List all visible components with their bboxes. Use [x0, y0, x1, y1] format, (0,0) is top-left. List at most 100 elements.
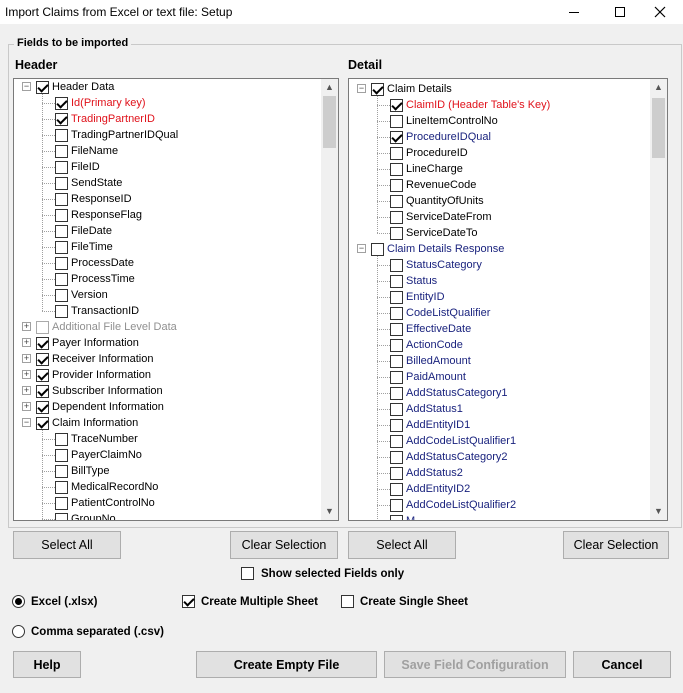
expand-icon[interactable]: + [22, 402, 31, 411]
tree-group-node[interactable]: Claim Details Response [371, 241, 504, 257]
tree-field-node[interactable]: StatusCategory [390, 257, 482, 273]
field-checkbox[interactable] [390, 146, 403, 160]
tree-field-node[interactable]: BilledAmount [390, 353, 471, 369]
collapse-icon[interactable]: − [22, 418, 31, 427]
detail-tree-scrollbar[interactable]: ▲ ▼ [650, 79, 667, 520]
tree-field-node[interactable]: GroupNo [55, 511, 116, 520]
tree-group-node[interactable]: Dependent Information [36, 399, 164, 415]
detail-clear-selection-button[interactable]: Clear Selection [563, 531, 669, 559]
field-checkbox[interactable] [390, 258, 403, 272]
field-checkbox[interactable] [390, 290, 403, 304]
field-checkbox[interactable] [390, 130, 403, 144]
field-checkbox[interactable] [36, 416, 49, 430]
field-checkbox[interactable] [371, 82, 384, 96]
field-checkbox[interactable] [55, 144, 68, 158]
header-select-all-button[interactable]: Select All [13, 531, 121, 559]
tree-field-node[interactable]: LineCharge [390, 161, 463, 177]
field-checkbox[interactable] [390, 98, 403, 112]
field-checkbox[interactable] [55, 496, 68, 510]
field-checkbox[interactable] [55, 224, 68, 238]
tree-field-node[interactable]: QuantityOfUnits [390, 193, 484, 209]
tree-field-node[interactable]: SendState [55, 175, 122, 191]
scroll-up-icon[interactable]: ▲ [650, 79, 667, 96]
tree-field-node[interactable]: PayerClaimNo [55, 447, 142, 463]
header-clear-selection-button[interactable]: Clear Selection [230, 531, 338, 559]
field-checkbox[interactable] [55, 480, 68, 494]
create-multiple-sheet-option[interactable]: Create Multiple Sheet [182, 595, 318, 608]
tree-field-node[interactable]: Version [55, 287, 108, 303]
field-checkbox[interactable] [390, 162, 403, 176]
tree-field-node[interactable]: ProcedureIDQual [390, 129, 491, 145]
tree-field-node[interactable]: ResponseID [55, 191, 132, 207]
excel-radio[interactable] [12, 595, 25, 608]
csv-radio[interactable] [12, 625, 25, 638]
tree-field-node[interactable]: ServiceDateTo [390, 225, 478, 241]
detail-fields-tree[interactable]: − Claim Details ClaimID (Header Table's Ke… [348, 78, 668, 521]
tree-group-node[interactable]: Receiver Information [36, 351, 154, 367]
field-checkbox[interactable] [55, 240, 68, 254]
tree-field-node[interactable]: BillType [55, 463, 110, 479]
field-checkbox[interactable] [390, 514, 403, 520]
field-checkbox[interactable] [36, 368, 49, 382]
field-checkbox[interactable] [55, 96, 68, 110]
field-checkbox[interactable] [55, 256, 68, 270]
tree-field-node[interactable]: M... [390, 513, 424, 520]
field-checkbox[interactable] [390, 370, 403, 384]
tree-field-node[interactable]: TransactionID [55, 303, 139, 319]
field-checkbox[interactable] [390, 498, 403, 512]
tree-field-node[interactable]: ProcessTime [55, 271, 135, 287]
field-checkbox[interactable] [390, 178, 403, 192]
tree-group-node[interactable]: Provider Information [36, 367, 151, 383]
tree-field-node[interactable]: AddCodeListQualifier2 [390, 497, 516, 513]
tree-field-node[interactable]: FileDate [55, 223, 112, 239]
field-checkbox[interactable] [55, 160, 68, 174]
header-fields-tree[interactable]: − Header Data Id(Primary key) TradingPartne… [13, 78, 339, 521]
tree-field-node[interactable]: CodeListQualifier [390, 305, 490, 321]
field-checkbox[interactable] [390, 306, 403, 320]
tree-field-node[interactable]: Status [390, 273, 437, 289]
expand-icon[interactable]: + [22, 370, 31, 379]
expand-icon[interactable]: + [22, 322, 31, 331]
create-single-sheet-checkbox[interactable] [341, 595, 354, 608]
field-checkbox[interactable] [390, 450, 403, 464]
field-checkbox[interactable] [390, 482, 403, 496]
expand-icon[interactable]: + [22, 338, 31, 347]
tree-field-node[interactable]: PatientControlNo [55, 495, 155, 511]
tree-field-node[interactable]: ActionCode [390, 337, 463, 353]
tree-group-node[interactable]: Claim Details [371, 81, 452, 97]
field-checkbox[interactable] [36, 352, 49, 366]
cancel-button[interactable]: Cancel [573, 651, 671, 678]
field-checkbox[interactable] [55, 208, 68, 222]
collapse-icon[interactable]: − [22, 82, 31, 91]
field-checkbox[interactable] [55, 288, 68, 302]
field-checkbox[interactable] [36, 80, 49, 94]
tree-field-node[interactable]: FileID [55, 159, 100, 175]
field-checkbox[interactable] [55, 192, 68, 206]
tree-field-node[interactable]: ClaimID (Header Table's Key) [390, 97, 550, 113]
scrollbar-thumb[interactable] [652, 98, 665, 158]
field-checkbox[interactable] [390, 434, 403, 448]
field-checkbox[interactable] [371, 242, 384, 256]
field-checkbox[interactable] [55, 304, 68, 318]
tree-field-node[interactable]: ServiceDateFrom [390, 209, 492, 225]
show-selected-fields-checkbox[interactable] [241, 567, 254, 580]
field-checkbox[interactable] [390, 418, 403, 432]
help-button[interactable]: Help [13, 651, 81, 678]
tree-field-node[interactable]: EffectiveDate [390, 321, 471, 337]
tree-field-node[interactable]: TradingPartnerIDQual [55, 127, 178, 143]
tree-field-node[interactable]: PaidAmount [390, 369, 466, 385]
tree-field-node[interactable]: AddStatusCategory2 [390, 449, 508, 465]
tree-field-node[interactable]: FileName [55, 143, 118, 159]
create-single-sheet-option[interactable]: Create Single Sheet [341, 595, 468, 608]
tree-field-node[interactable]: FileTime [55, 239, 113, 255]
tree-field-node[interactable]: MedicalRecordNo [55, 479, 158, 495]
expand-icon[interactable]: + [22, 386, 31, 395]
field-checkbox[interactable] [36, 400, 49, 414]
collapse-icon[interactable]: − [357, 84, 366, 93]
field-checkbox[interactable] [55, 176, 68, 190]
scroll-down-icon[interactable]: ▼ [650, 503, 667, 520]
tree-field-node[interactable]: AddStatus1 [390, 401, 463, 417]
tree-field-node[interactable]: TraceNumber [55, 431, 138, 447]
expand-icon[interactable]: + [22, 354, 31, 363]
scrollbar-thumb[interactable] [323, 96, 336, 148]
